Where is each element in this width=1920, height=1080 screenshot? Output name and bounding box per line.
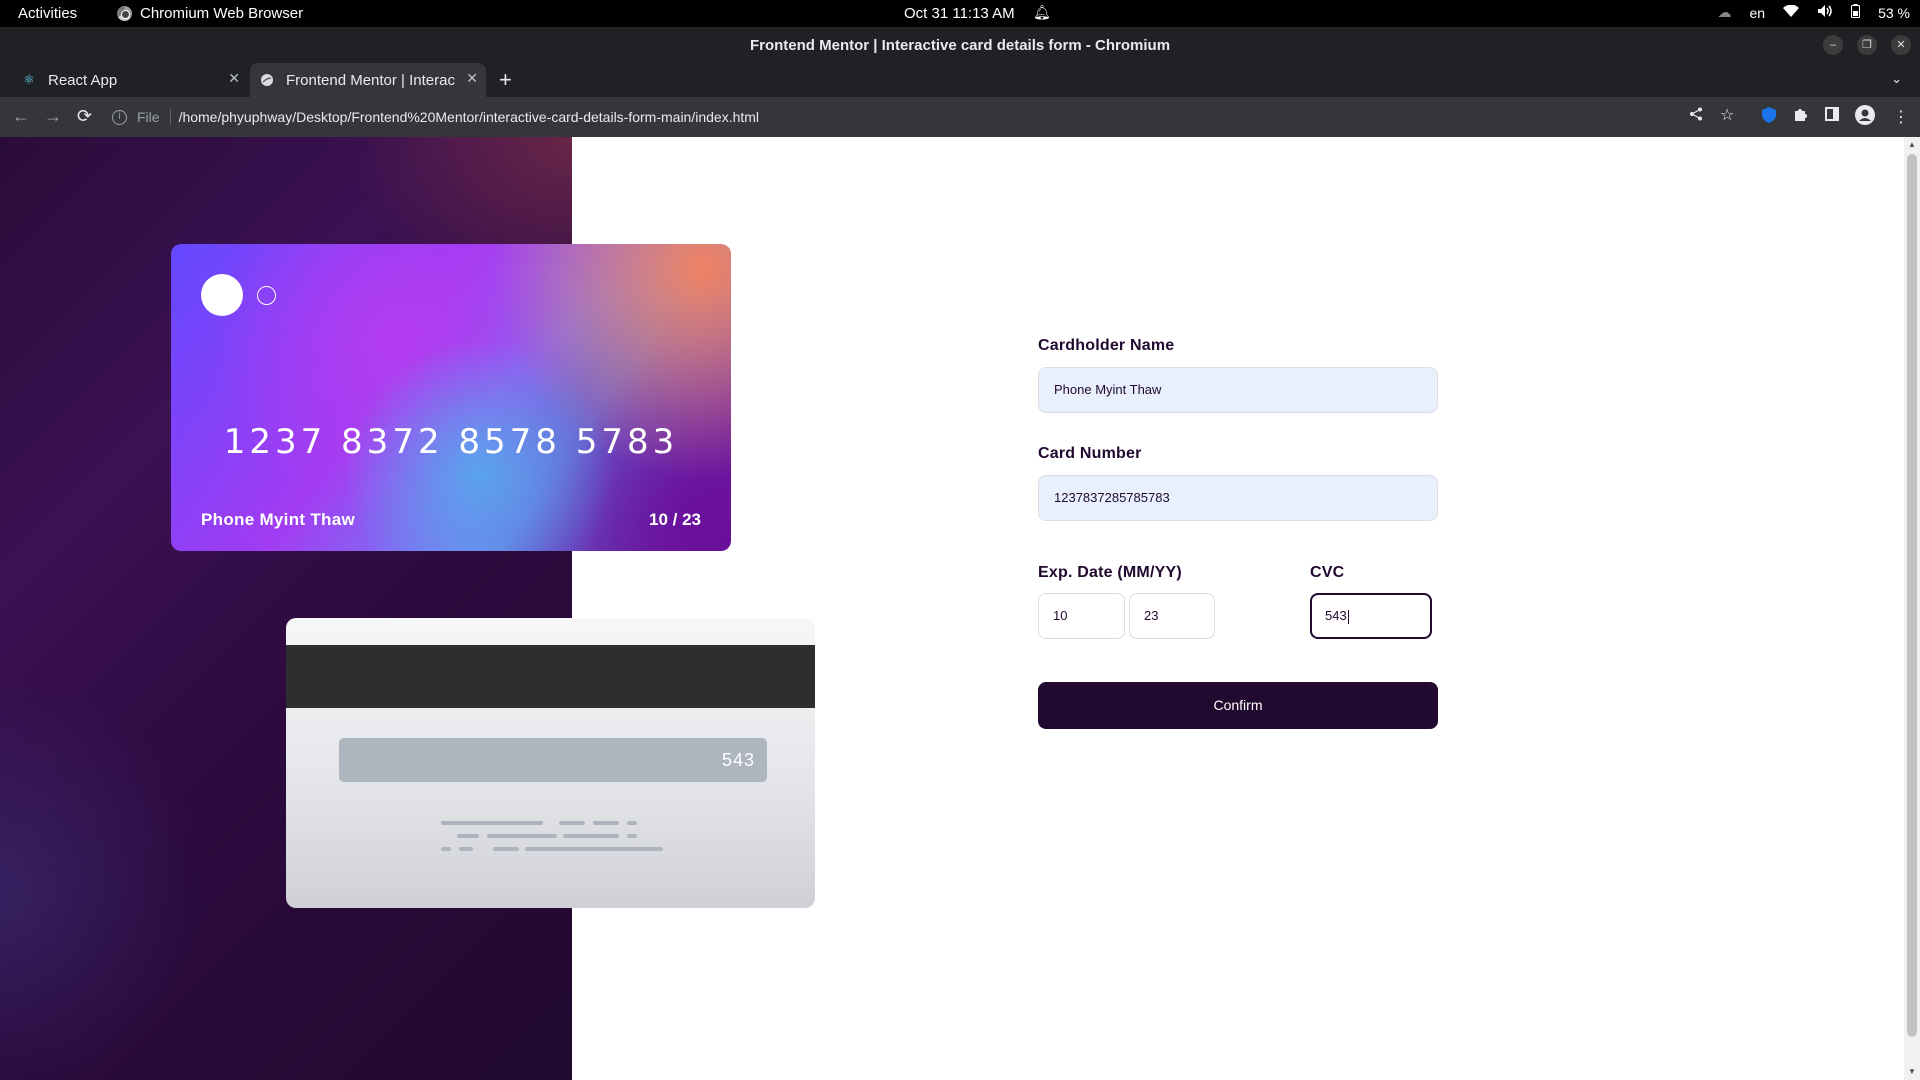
- app-menu[interactable]: Chromium Web Browser: [117, 5, 303, 22]
- language-indicator[interactable]: en: [1750, 5, 1766, 21]
- minimize-button[interactable]: –: [1823, 35, 1843, 55]
- confirm-button[interactable]: Confirm: [1038, 682, 1438, 729]
- more-menu-icon[interactable]: ⋮: [1893, 107, 1909, 127]
- shield-extension-icon[interactable]: [1762, 107, 1776, 128]
- tab-react-app[interactable]: ⚛ React App ✕: [8, 63, 248, 97]
- card-number-input[interactable]: 1237837285785783: [1038, 475, 1438, 521]
- url-text[interactable]: /home/phyuphway/Desktop/Frontend%20Mento…: [179, 109, 759, 125]
- system-top-bar: Activities Chromium Web Browser Oct 31 1…: [0, 0, 1920, 27]
- page-scrollbar[interactable]: ▲ ▼: [1904, 137, 1920, 1080]
- card-logo-circle-small: [257, 286, 276, 305]
- card-number-label: Card Number: [1038, 445, 1142, 462]
- cloud-icon: ☁: [1717, 4, 1732, 20]
- bookmark-star-icon[interactable]: ☆: [1720, 105, 1734, 125]
- notification-bell-icon: 🔔︎: [1033, 4, 1051, 20]
- exp-month-input[interactable]: 10: [1038, 593, 1125, 639]
- chromium-icon: [117, 6, 132, 21]
- volume-icon: [1817, 4, 1833, 21]
- exp-date-label: Exp. Date (MM/YY): [1038, 564, 1182, 581]
- tab-frontend-mentor[interactable]: Frontend Mentor | Interac ✕: [250, 63, 486, 97]
- window-titlebar[interactable]: Frontend Mentor | Interactive card detai…: [0, 27, 1920, 63]
- close-window-button[interactable]: ✕: [1891, 35, 1911, 55]
- cardholder-name-label: Cardholder Name: [1038, 337, 1175, 354]
- wifi-icon: [1783, 4, 1800, 21]
- cardholder-name-input[interactable]: Phone Myint Thaw: [1038, 367, 1438, 413]
- browser-toolbar: ← → ⟳ i File /home/phyuphway/Desktop/Fro…: [0, 97, 1920, 137]
- cvc-input-value: 543: [1325, 608, 1347, 623]
- site-info-icon[interactable]: i: [112, 109, 127, 125]
- magnetic-stripe: [286, 645, 815, 708]
- side-panel-icon[interactable]: [1825, 107, 1839, 126]
- scrollbar-thumb[interactable]: [1907, 154, 1917, 1037]
- page-viewport: 1237 8372 8578 5783 Phone Myint Thaw 10 …: [0, 137, 1920, 1080]
- window-title: Frontend Mentor | Interactive card detai…: [749, 37, 1171, 54]
- card-front-preview: 1237 8372 8578 5783 Phone Myint Thaw 10 …: [171, 244, 731, 551]
- forward-arrow-icon[interactable]: →: [44, 106, 62, 127]
- cardholder-name-display: Phone Myint Thaw: [201, 510, 356, 529]
- new-tab-button[interactable]: +: [499, 67, 512, 93]
- globe-icon: [260, 73, 274, 87]
- system-tray[interactable]: ☁ en 53 %: [1717, 4, 1910, 21]
- text-caret: [1347, 609, 1349, 624]
- cvc-input[interactable]: 543: [1310, 593, 1432, 639]
- url-separator: [169, 109, 171, 125]
- close-tab-icon[interactable]: ✕: [466, 70, 478, 87]
- cvc-label: CVC: [1310, 564, 1345, 581]
- restore-button[interactable]: ❐: [1857, 35, 1877, 55]
- close-tab-icon[interactable]: ✕: [228, 70, 240, 87]
- battery-icon: [1851, 4, 1861, 21]
- card-back-preview: 543: [286, 618, 815, 908]
- share-icon[interactable]: [1689, 107, 1703, 126]
- back-arrow-icon[interactable]: ←: [12, 106, 30, 127]
- clock[interactable]: Oct 31 11:13 AM: [904, 5, 1015, 22]
- profile-avatar-icon[interactable]: [1855, 105, 1875, 130]
- app-name: Chromium Web Browser: [140, 5, 304, 22]
- url-scheme: File: [137, 109, 160, 125]
- tab-search-chevron-icon[interactable]: ⌄: [1891, 71, 1902, 87]
- activities-button[interactable]: Activities: [18, 5, 77, 22]
- battery-percent: 53 %: [1878, 4, 1910, 21]
- exp-year-input[interactable]: 23: [1129, 593, 1215, 639]
- address-bar[interactable]: i File /home/phyuphway/Desktop/Frontend%…: [112, 103, 1682, 131]
- card-cvc-display: 543: [339, 738, 767, 782]
- scroll-up-arrow-icon[interactable]: ▲: [1908, 140, 1916, 149]
- tab-strip: ⚛ React App ✕ Frontend Mentor | Interac …: [0, 63, 1920, 97]
- extensions-puzzle-icon[interactable]: [1793, 107, 1808, 127]
- reload-icon[interactable]: ⟳: [77, 106, 92, 127]
- tab-title: Frontend Mentor | Interac: [286, 71, 455, 89]
- react-icon: ⚛: [23, 72, 35, 87]
- card-back-fine-print: [441, 821, 663, 857]
- card-logo-circle-large: [201, 274, 243, 316]
- card-number-display: 1237 8372 8578 5783: [223, 422, 679, 462]
- card-expiry-display: 10 / 23: [649, 510, 701, 529]
- scroll-down-arrow-icon[interactable]: ▼: [1908, 1067, 1916, 1076]
- tab-title: React App: [48, 71, 118, 89]
